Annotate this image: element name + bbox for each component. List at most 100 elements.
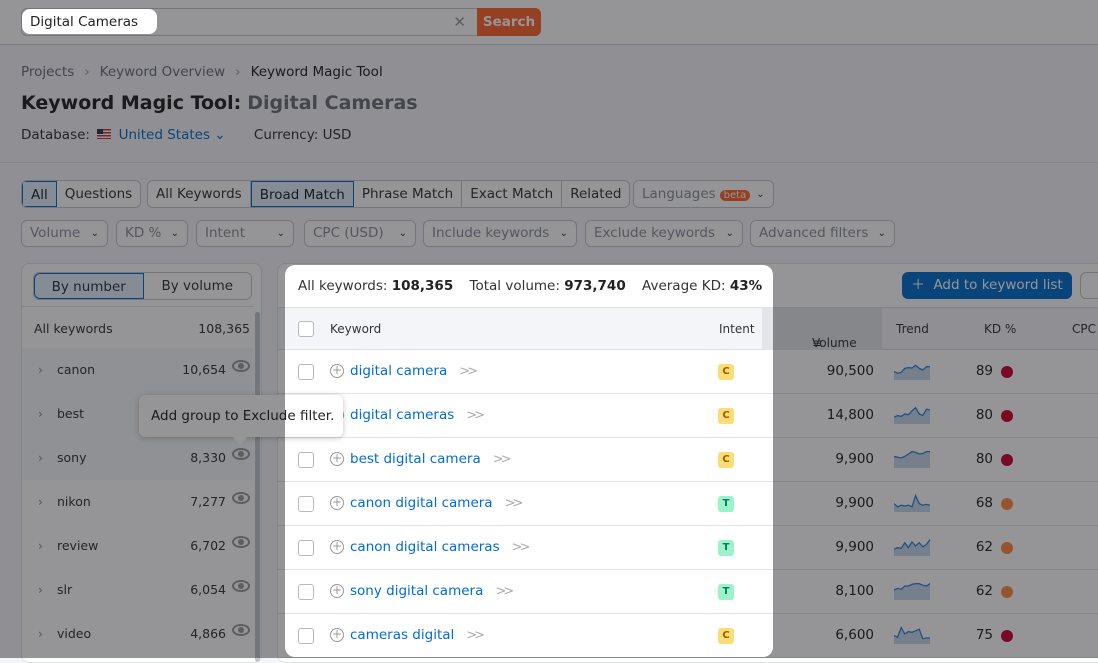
double-chevron-icon[interactable]: >> bbox=[512, 540, 531, 555]
chevron-down-icon: ⌄ bbox=[756, 188, 765, 200]
group-item[interactable]: › review 6,702 bbox=[22, 524, 254, 568]
search-input[interactable]: Digital Cameras bbox=[30, 14, 138, 30]
col-trend: Trend bbox=[896, 322, 929, 336]
table-row: + canon digital camera >> T 9,900 68 bbox=[278, 482, 1098, 526]
kd-value: 75 bbox=[975, 627, 993, 643]
chevron-right-icon: › bbox=[84, 64, 90, 80]
database-row: Database: United States ⌄ Currency: USD bbox=[21, 127, 351, 143]
breadcrumb-projects[interactable]: Projects bbox=[21, 64, 74, 80]
double-chevron-icon[interactable]: >> bbox=[466, 408, 485, 423]
intent-badge: T bbox=[718, 496, 734, 512]
add-plus-icon[interactable]: + bbox=[330, 584, 344, 598]
col-kd[interactable]: KD % bbox=[984, 322, 1016, 336]
scrollbar[interactable] bbox=[255, 312, 260, 662]
kd-value: 62 bbox=[975, 583, 993, 599]
search-field[interactable]: Digital Cameras ✕ Search bbox=[21, 8, 541, 36]
keyword-link[interactable]: canon digital cameras bbox=[350, 539, 500, 555]
settings-button[interactable] bbox=[1080, 272, 1098, 299]
table-row: + canon digital cameras >> T 9,900 62 bbox=[278, 526, 1098, 570]
volume-value: 8,100 bbox=[835, 583, 874, 599]
table-header: Keyword Intent Volume ≡ Trend KD % CPC bbox=[278, 307, 1098, 350]
filter-include-keywords[interactable]: Include keywords ⌄ bbox=[423, 220, 577, 247]
chevron-down-icon: ⌄ bbox=[725, 228, 734, 239]
keyword-link[interactable]: digital cameras bbox=[350, 407, 454, 423]
eye-icon[interactable] bbox=[232, 580, 250, 592]
group-item[interactable]: › slr 6,054 bbox=[22, 568, 254, 612]
double-chevron-icon[interactable]: >> bbox=[459, 364, 478, 379]
tab-questions[interactable]: Questions bbox=[57, 181, 140, 207]
row-checkbox[interactable] bbox=[298, 584, 314, 600]
tab-all-keywords[interactable]: All Keywords bbox=[148, 181, 251, 207]
add-plus-icon[interactable]: + bbox=[330, 496, 344, 510]
keyword-link[interactable]: digital camera bbox=[350, 363, 447, 379]
intent-badge: C bbox=[718, 408, 734, 424]
chevron-right-icon[interactable]: › bbox=[38, 582, 43, 597]
double-chevron-icon[interactable]: >> bbox=[466, 628, 485, 643]
table-row: + digital camera >> C 90,500 89 bbox=[278, 350, 1098, 394]
add-plus-icon[interactable]: + bbox=[330, 628, 344, 642]
group-item[interactable]: › nikon 7,277 bbox=[22, 480, 254, 524]
chevron-right-icon[interactable]: › bbox=[38, 406, 43, 421]
database-label: Database: bbox=[21, 127, 90, 143]
chevron-right-icon[interactable]: › bbox=[38, 538, 43, 553]
chevron-right-icon[interactable]: › bbox=[38, 450, 43, 465]
tab-broad-match[interactable]: Broad Match bbox=[250, 181, 354, 207]
chevron-right-icon[interactable]: › bbox=[38, 362, 43, 377]
tab-all[interactable]: All bbox=[22, 181, 57, 207]
database-select[interactable]: United States ⌄ bbox=[119, 127, 226, 143]
keyword-link[interactable]: cameras digital bbox=[350, 627, 454, 643]
tab-phrase-match[interactable]: Phrase Match bbox=[354, 181, 463, 207]
by-number-button[interactable]: By number bbox=[34, 273, 144, 299]
filter-kd-[interactable]: KD % ⌄ bbox=[116, 220, 188, 247]
languages-dropdown[interactable]: Languages beta ⌄ bbox=[633, 180, 774, 208]
filter-volume[interactable]: Volume ⌄ bbox=[21, 220, 108, 247]
tab-exact-match[interactable]: Exact Match bbox=[462, 181, 563, 207]
eye-icon[interactable] bbox=[232, 448, 250, 460]
col-intent[interactable]: Intent bbox=[719, 322, 755, 336]
question-tabs: All Questions bbox=[21, 180, 142, 208]
sort-icon: ≡ bbox=[812, 336, 823, 350]
col-cpc[interactable]: CPC bbox=[1072, 322, 1096, 336]
chevron-right-icon[interactable]: › bbox=[38, 626, 43, 641]
eye-icon[interactable] bbox=[232, 624, 250, 636]
breadcrumb-keyword-overview[interactable]: Keyword Overview bbox=[100, 64, 226, 80]
eye-icon[interactable] bbox=[232, 536, 250, 548]
filter-advanced-filters[interactable]: Advanced filters ⌄ bbox=[750, 220, 895, 247]
eye-icon[interactable] bbox=[232, 492, 250, 504]
row-checkbox[interactable] bbox=[298, 540, 314, 556]
row-checkbox[interactable] bbox=[298, 364, 314, 380]
double-chevron-icon[interactable]: >> bbox=[505, 496, 524, 511]
by-volume-button[interactable]: By volume bbox=[144, 273, 252, 299]
row-checkbox[interactable] bbox=[298, 496, 314, 512]
add-plus-icon[interactable]: + bbox=[330, 452, 344, 466]
add-plus-icon[interactable]: + bbox=[330, 364, 344, 378]
tab-related[interactable]: Related bbox=[562, 181, 629, 207]
row-checkbox[interactable] bbox=[298, 452, 314, 468]
filter-cpc-usd-[interactable]: CPC (USD) ⌄ bbox=[304, 220, 416, 247]
group-all-keywords[interactable]: All keywords 108,365 bbox=[22, 306, 254, 350]
keyword-link[interactable]: canon digital camera bbox=[350, 495, 493, 511]
keyword-link[interactable]: best digital camera bbox=[350, 451, 481, 467]
eye-icon[interactable] bbox=[232, 360, 250, 372]
table-row: + cameras digital >> C 6,600 75 bbox=[278, 614, 1098, 658]
select-all-checkbox[interactable] bbox=[298, 321, 314, 337]
kd-indicator bbox=[1001, 630, 1013, 642]
row-checkbox[interactable] bbox=[298, 628, 314, 644]
add-to-keyword-list-button[interactable]: ＋ Add to keyword list bbox=[902, 272, 1072, 299]
double-chevron-icon[interactable]: >> bbox=[493, 452, 512, 467]
filter-exclude-keywords[interactable]: Exclude keywords ⌄ bbox=[585, 220, 743, 247]
volume-value: 9,900 bbox=[835, 451, 874, 467]
filter-intent[interactable]: Intent ⌄ bbox=[196, 220, 294, 247]
chevron-right-icon[interactable]: › bbox=[38, 494, 43, 509]
double-chevron-icon[interactable]: >> bbox=[495, 584, 514, 599]
search-button[interactable]: Search bbox=[477, 8, 541, 36]
close-icon[interactable]: ✕ bbox=[453, 13, 466, 31]
group-item[interactable]: › canon 10,654 bbox=[22, 348, 254, 392]
col-keyword[interactable]: Keyword bbox=[330, 322, 381, 336]
keyword-link[interactable]: sony digital camera bbox=[350, 583, 483, 599]
chevron-down-icon: ⌄ bbox=[170, 228, 179, 239]
match-tabs: All Keywords Broad Match Phrase Match Ex… bbox=[147, 180, 631, 208]
group-item[interactable]: › sony 8,330 bbox=[22, 436, 254, 480]
add-plus-icon[interactable]: + bbox=[330, 540, 344, 554]
group-item[interactable]: › video 4,866 bbox=[22, 612, 254, 656]
